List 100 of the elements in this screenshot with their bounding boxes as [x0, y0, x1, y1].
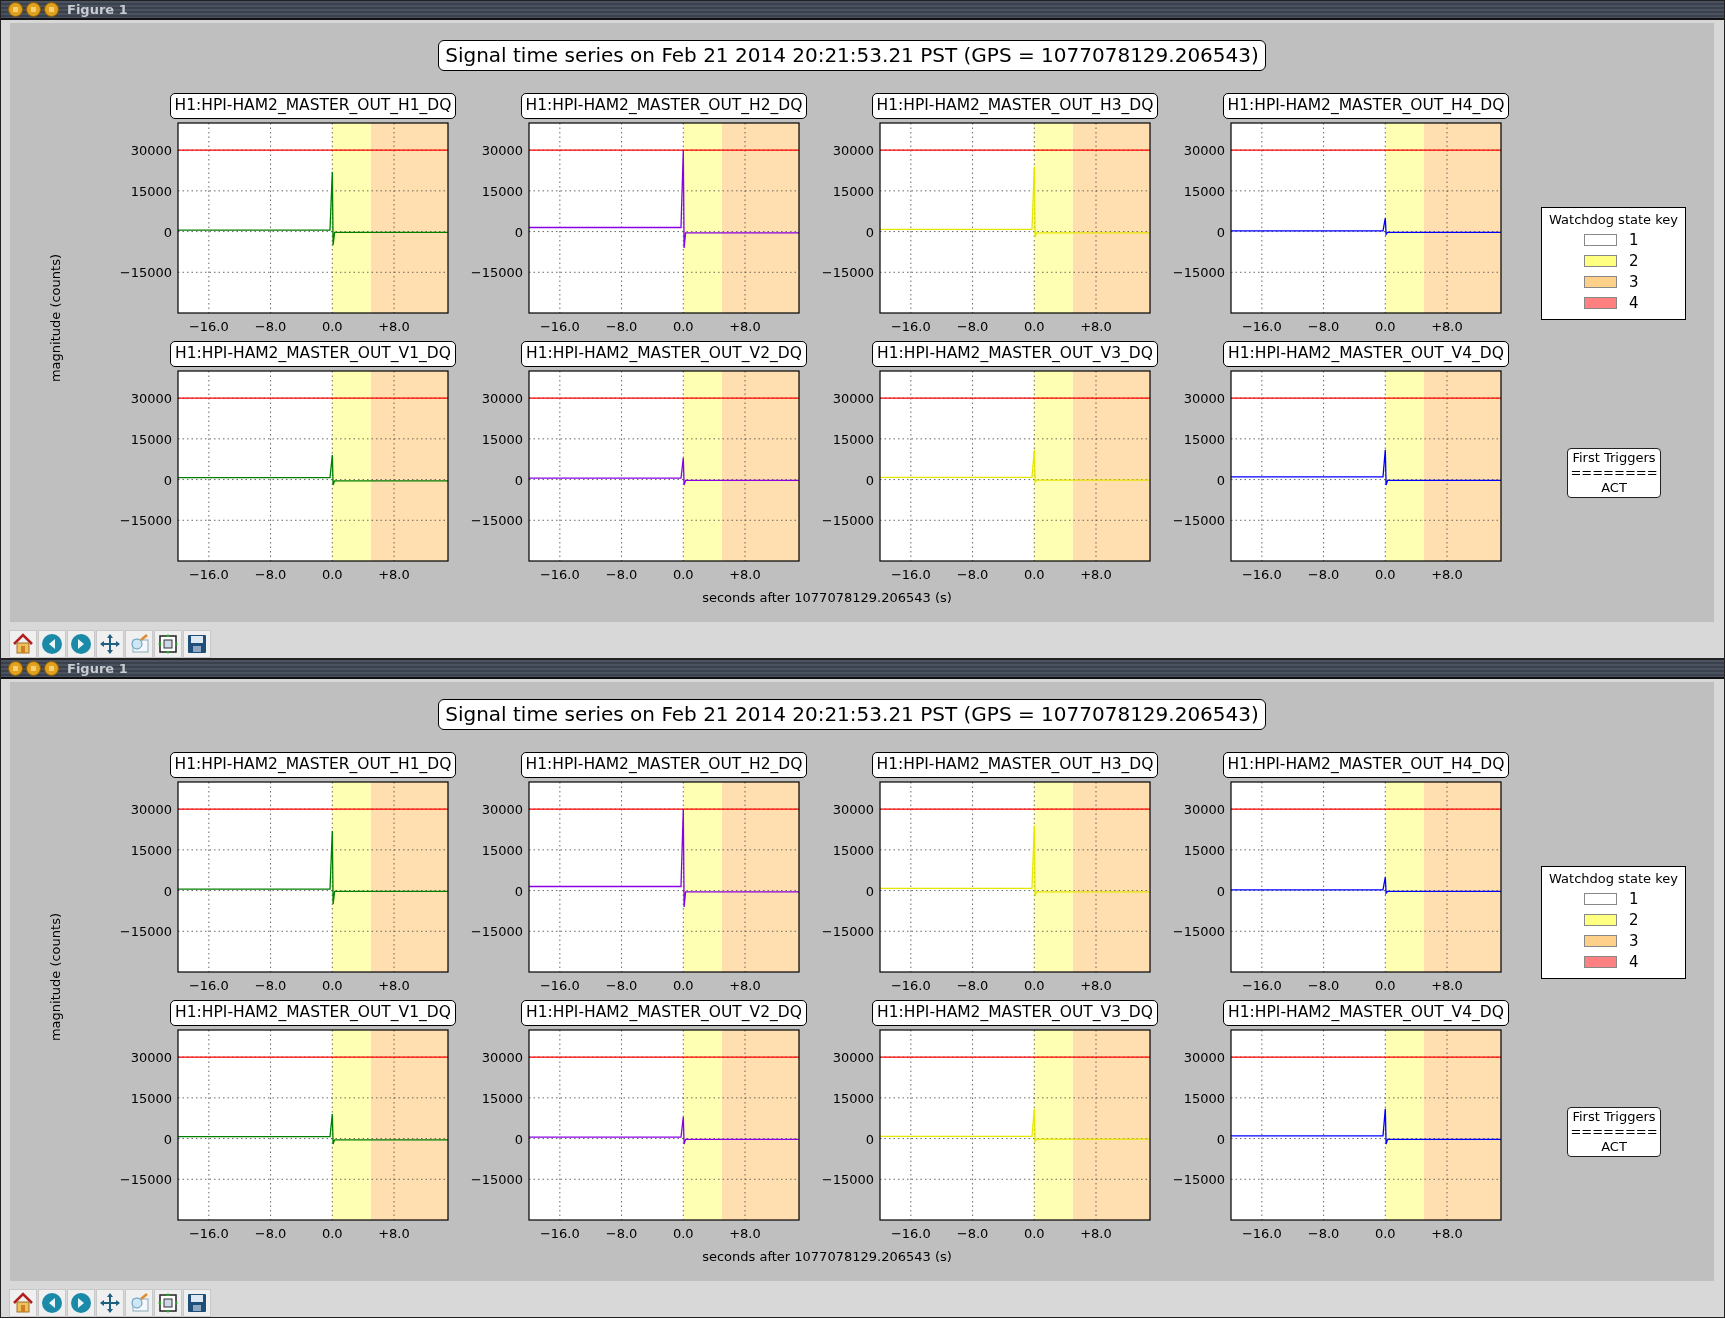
tick-label: 0 [514, 1131, 523, 1147]
tick-label: 0.0 [1374, 319, 1396, 334]
tick-label: 0 [514, 472, 523, 488]
tick-label: 0 [865, 224, 874, 240]
tick-label: 0 [163, 472, 172, 488]
home-button[interactable] [9, 630, 37, 658]
plot-title: H1:HPI-HAM2_MASTER_OUT_V3_DQ [872, 341, 1158, 367]
legend-label: 4 [1629, 952, 1640, 971]
tick-label: −16.0 [539, 567, 580, 582]
tick-label: 0 [1216, 472, 1225, 488]
tick-label: −15000 [470, 513, 523, 529]
pan-button[interactable] [96, 630, 124, 658]
triggers-heading: First Triggers [1572, 1109, 1656, 1124]
subplots-icon [157, 633, 179, 655]
tick-label: −16.0 [539, 319, 580, 334]
tick-label: 15000 [481, 842, 523, 858]
tick-label: 30000 [832, 1050, 874, 1066]
plot-title: H1:HPI-HAM2_MASTER_OUT_H4_DQ [1222, 752, 1510, 778]
window-title: Figure 1 [67, 2, 128, 17]
tick-label: 30000 [832, 143, 874, 159]
tick-label: −15000 [1172, 513, 1225, 529]
tick-label: +8.0 [729, 1226, 761, 1241]
tick-label: 0 [1216, 1131, 1225, 1147]
tick-label: −16.0 [1241, 1226, 1282, 1241]
window-control-button[interactable] [25, 660, 42, 677]
legend-label: 1 [1629, 889, 1640, 908]
plot-title: H1:HPI-HAM2_MASTER_OUT_H4_DQ [1222, 93, 1510, 119]
plot-title: H1:HPI-HAM2_MASTER_OUT_H1_DQ [169, 752, 457, 778]
tick-label: −16.0 [188, 567, 229, 582]
forward-button[interactable] [67, 1289, 95, 1317]
tick-label: 0 [514, 883, 523, 899]
tick-label: 15000 [832, 842, 874, 858]
plot-title: H1:HPI-HAM2_MASTER_OUT_V1_DQ [170, 341, 456, 367]
legend-title: Watchdog state key [1549, 211, 1678, 229]
tick-label: −8.0 [254, 1226, 287, 1241]
tick-label: 30000 [130, 391, 172, 407]
tick-label: 0.0 [672, 567, 694, 582]
tick-label: +8.0 [1431, 319, 1463, 334]
tick-label: +8.0 [378, 319, 410, 334]
window-control-button[interactable] [25, 1, 42, 18]
plot-title: H1:HPI-HAM2_MASTER_OUT_V2_DQ [521, 341, 807, 367]
tick-label: 0.0 [1023, 319, 1045, 334]
legend-label: 2 [1629, 251, 1640, 270]
tick-label: −15000 [1172, 924, 1225, 940]
tick-label: 30000 [130, 802, 172, 818]
tick-label: −15000 [821, 924, 874, 940]
home-button[interactable] [9, 1289, 37, 1317]
figure-title: Signal time series on Feb 21 2014 20:21:53.21 PST (GPS = 1077078129.206543) [438, 40, 1266, 71]
tick-label: 30000 [832, 802, 874, 818]
legend-label: 4 [1629, 293, 1640, 312]
plot-title: H1:HPI-HAM2_MASTER_OUT_V4_DQ [1223, 1000, 1509, 1026]
tick-label: 0.0 [321, 319, 343, 334]
window-control-button[interactable] [43, 1, 60, 18]
tick-label: 0.0 [1374, 978, 1396, 993]
save-button[interactable] [183, 1289, 211, 1317]
tick-label: −15000 [821, 513, 874, 529]
tick-label: −15000 [119, 265, 172, 281]
tick-label: −16.0 [188, 1226, 229, 1241]
zoom-icon [128, 633, 150, 655]
tick-label: −15000 [470, 265, 523, 281]
tick-label: +8.0 [1080, 319, 1112, 334]
plot-title: H1:HPI-HAM2_MASTER_OUT_H1_DQ [169, 93, 457, 119]
back-button[interactable] [38, 630, 66, 658]
tick-label: −8.0 [605, 319, 638, 334]
forward-button[interactable] [67, 630, 95, 658]
tick-label: +8.0 [1431, 1226, 1463, 1241]
tick-label: −15000 [1172, 265, 1225, 281]
tick-label: −15000 [470, 1172, 523, 1188]
plot-title: H1:HPI-HAM2_MASTER_OUT_V2_DQ [521, 1000, 807, 1026]
tick-label: 30000 [1183, 802, 1225, 818]
tick-label: −15000 [821, 1172, 874, 1188]
plot-title: H1:HPI-HAM2_MASTER_OUT_H3_DQ [871, 93, 1159, 119]
back-button[interactable] [38, 1289, 66, 1317]
window-control-button[interactable] [43, 660, 60, 677]
tick-label: 30000 [1183, 1050, 1225, 1066]
tick-label: 0.0 [1023, 567, 1045, 582]
tick-label: 30000 [1183, 143, 1225, 159]
save-button[interactable] [183, 630, 211, 658]
tick-label: 0.0 [1374, 567, 1396, 582]
tick-label: 30000 [130, 143, 172, 159]
tick-label: +8.0 [729, 319, 761, 334]
house-icon [12, 633, 34, 655]
tick-label: 0.0 [672, 978, 694, 993]
tick-label: −15000 [119, 513, 172, 529]
tick-label: −8.0 [1307, 567, 1340, 582]
pan-button[interactable] [96, 1289, 124, 1317]
tick-label: 30000 [481, 802, 523, 818]
tick-label: 15000 [832, 183, 874, 199]
tick-label: 15000 [1183, 1090, 1225, 1106]
house-icon [12, 1292, 34, 1314]
axis-label: seconds after 1077078129.206543 (s) [702, 1249, 952, 1264]
tick-label: 30000 [481, 143, 523, 159]
window-control-button[interactable] [7, 1, 24, 18]
tick-label: 30000 [481, 1050, 523, 1066]
window-control-button[interactable] [7, 660, 24, 677]
tick-label: −16.0 [890, 319, 931, 334]
subplots-button[interactable] [154, 630, 182, 658]
tick-label: +8.0 [378, 1226, 410, 1241]
tick-label: +8.0 [1080, 978, 1112, 993]
subplots-button[interactable] [154, 1289, 182, 1317]
